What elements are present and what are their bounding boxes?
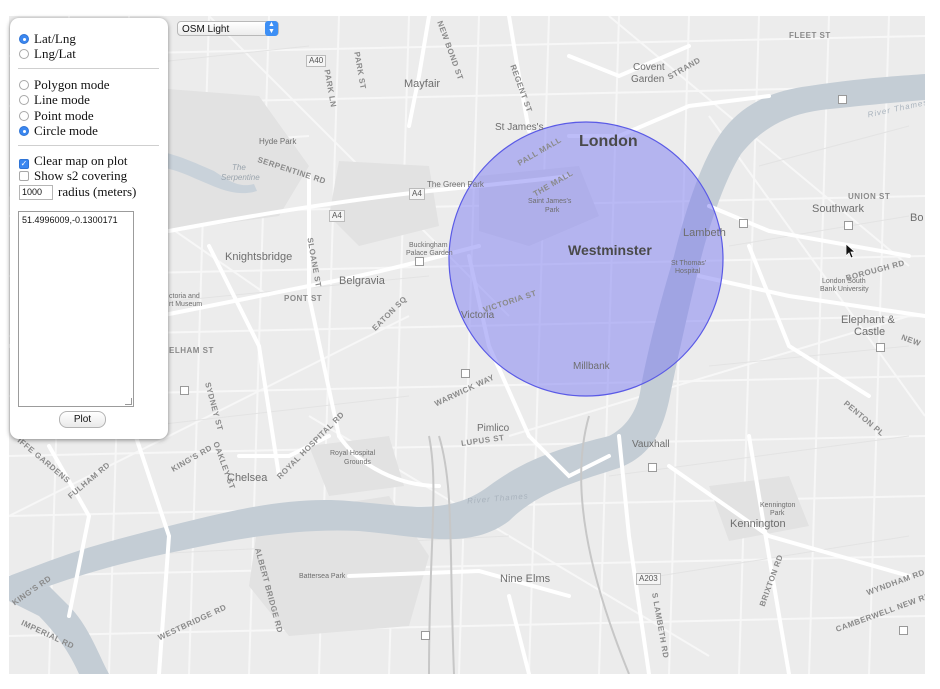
road-a40: A40 <box>306 55 327 67</box>
resize-handle-icon[interactable] <box>125 398 132 405</box>
station-icon <box>421 631 430 640</box>
radio-circle-mode[interactable]: Circle mode <box>19 123 98 138</box>
radio-button-icon[interactable] <box>19 34 29 44</box>
radio-button-icon[interactable] <box>19 49 29 59</box>
coordinates-text: 51.4996009,-0.1300171 <box>22 215 118 225</box>
station-icon <box>844 221 853 230</box>
radio-button-icon[interactable] <box>19 126 29 136</box>
radio-button-icon[interactable] <box>19 111 29 121</box>
radius-input[interactable]: 1000 <box>19 185 53 200</box>
circle-overlay[interactable] <box>448 121 724 397</box>
radio-point-label: Point mode <box>34 108 94 123</box>
radio-button-icon[interactable] <box>19 80 29 90</box>
clear-map-label: Clear map on plot <box>34 153 128 168</box>
divider <box>18 68 159 69</box>
road-a203: A203 <box>636 573 661 585</box>
station-icon <box>838 95 847 104</box>
coordinates-textarea[interactable]: 51.4996009,-0.1300171 <box>18 211 134 407</box>
checkbox-show-s2[interactable]: Show s2 covering <box>19 168 127 183</box>
radio-button-icon[interactable] <box>19 95 29 105</box>
radio-lng-lat[interactable]: Lng/Lat <box>19 46 76 61</box>
radius-row: 1000 radius (meters) <box>19 184 137 200</box>
radio-polygon-mode[interactable]: Polygon mode <box>19 77 109 92</box>
control-panel: Lat/Lng Lng/Lat Polygon mode Line mode P… <box>10 18 168 439</box>
station-icon <box>648 463 657 472</box>
divider <box>18 145 159 146</box>
radio-line-mode[interactable]: Line mode <box>19 92 90 107</box>
station-icon <box>899 626 908 635</box>
show-s2-label: Show s2 covering <box>34 168 128 183</box>
station-icon <box>876 343 885 352</box>
station-icon <box>461 369 470 378</box>
label-london: London <box>579 133 638 150</box>
checkbox-icon[interactable] <box>19 171 29 181</box>
radio-polygon-label: Polygon mode <box>34 77 110 92</box>
radio-point-mode[interactable]: Point mode <box>19 108 94 123</box>
tile-layer-select[interactable]: OSM Light ▲ ▼ <box>177 21 279 36</box>
radio-lat-lng[interactable]: Lat/Lng <box>19 31 76 46</box>
station-icon <box>739 219 748 228</box>
label-westminster: Westminster <box>568 242 652 258</box>
tile-layer-value: OSM Light <box>182 24 230 35</box>
radius-label: radius (meters) <box>58 184 137 199</box>
checkbox-clear-map[interactable]: ✓ Clear map on plot <box>19 153 128 169</box>
station-icon <box>415 257 424 266</box>
radio-line-label: Line mode <box>34 92 90 107</box>
station-icon <box>180 386 189 395</box>
radio-circle-label: Circle mode <box>34 123 98 138</box>
chevron-updown-icon: ▲ ▼ <box>265 21 278 36</box>
radio-lng-lat-label: Lng/Lat <box>34 46 76 61</box>
plot-button[interactable]: Plot <box>59 411 106 428</box>
mouse-cursor-icon <box>846 244 856 259</box>
road-a4b: A4 <box>329 210 345 222</box>
radio-lat-lng-label: Lat/Lng <box>34 31 76 46</box>
road-a4: A4 <box>409 188 425 200</box>
